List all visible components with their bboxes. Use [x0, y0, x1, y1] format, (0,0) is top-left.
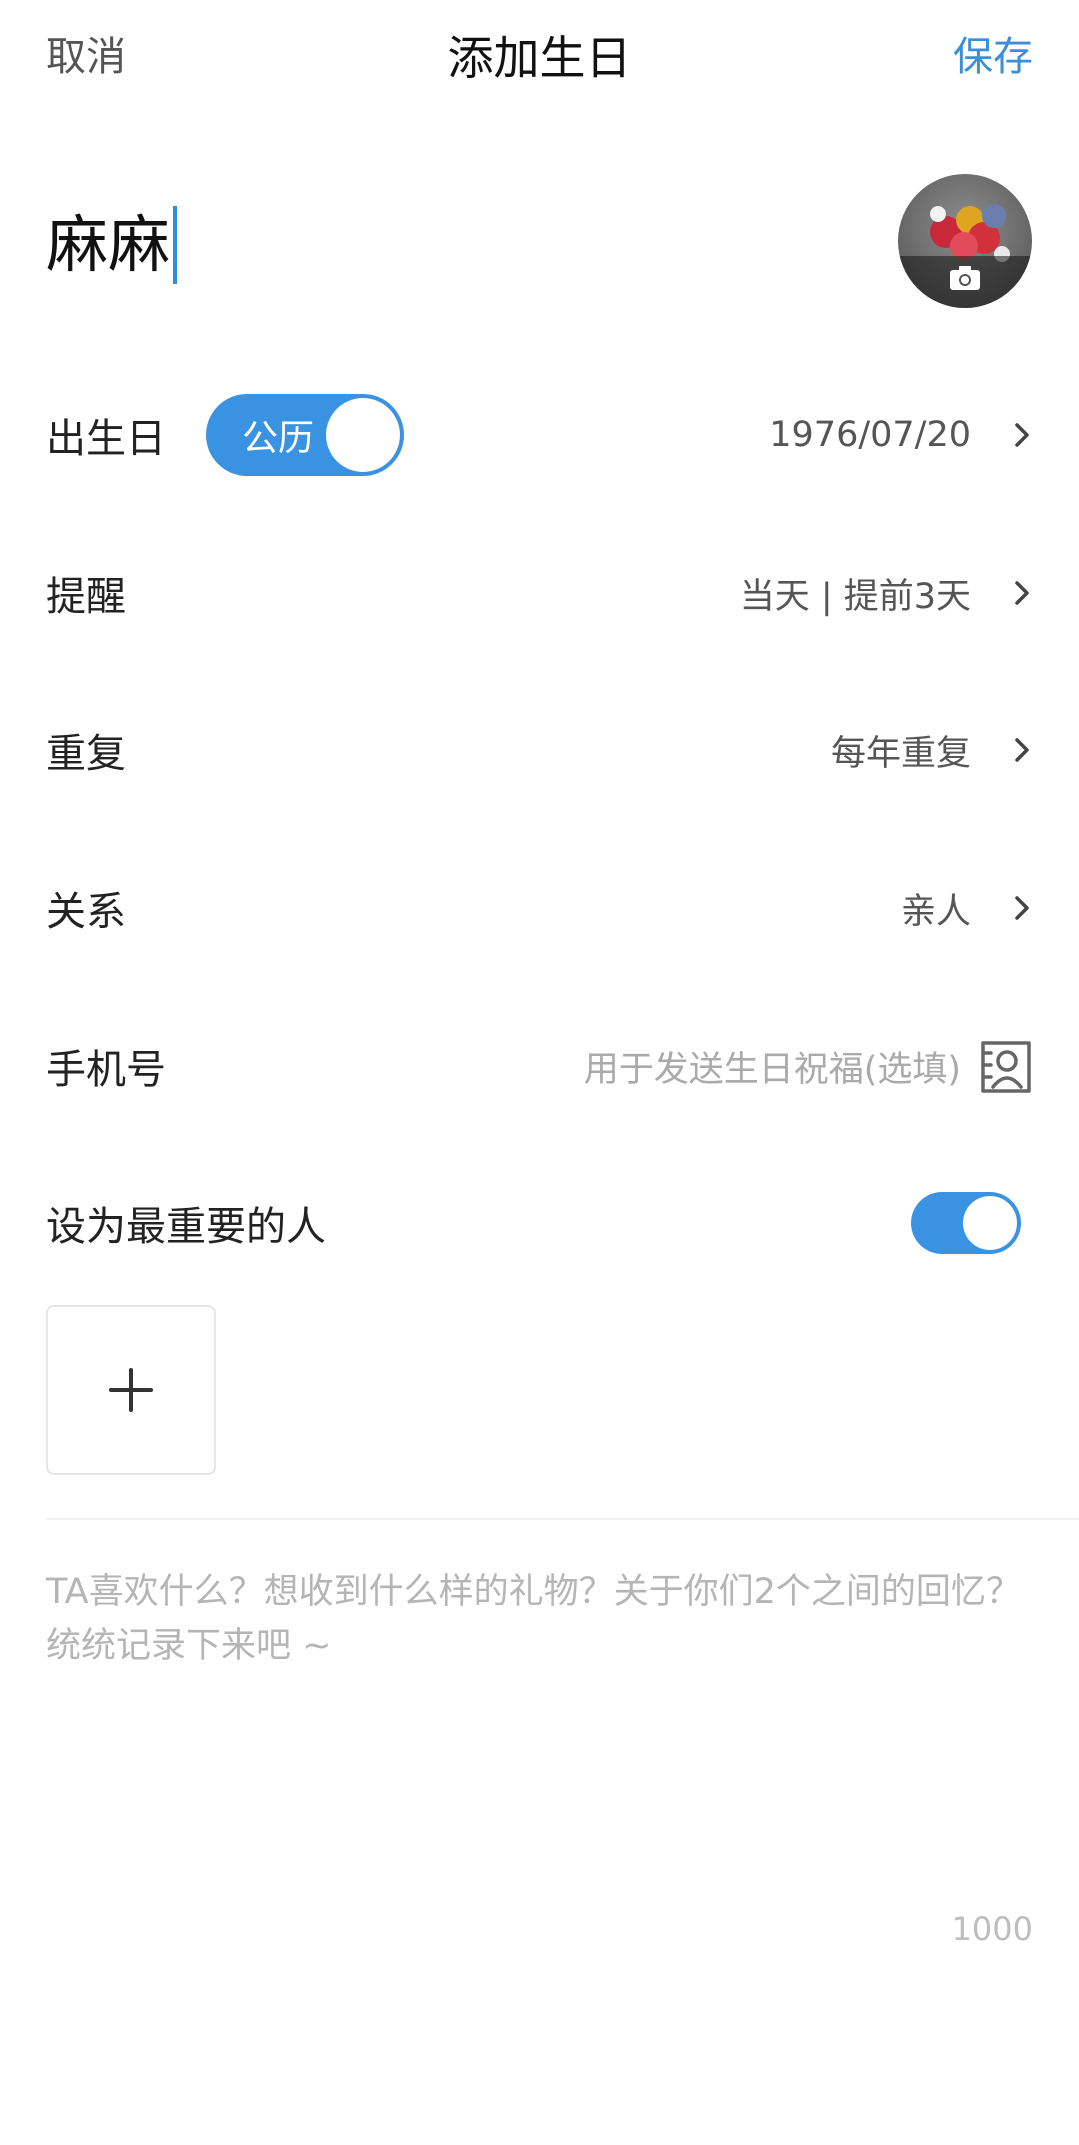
row-phone: 手机号 用于发送生日祝福(选填)	[46, 1016, 1033, 1116]
important-person-switch[interactable]	[911, 1192, 1021, 1254]
relation-selector[interactable]: 亲人	[901, 858, 1033, 958]
chevron-right-icon	[1011, 418, 1033, 452]
row-repeat[interactable]: 重复 每年重复	[46, 700, 1033, 800]
important-person-area	[911, 1173, 1021, 1273]
name-input-value: 麻麻	[46, 208, 171, 281]
top-bar: 取消 添加生日 保存	[0, 0, 1079, 110]
repeat-selector[interactable]: 每年重复	[831, 700, 1033, 800]
text-caret	[173, 206, 178, 284]
relation-value: 亲人	[900, 891, 971, 932]
contacts-icon[interactable]	[979, 1037, 1033, 1095]
important-person-label: 设为最重要的人	[46, 1204, 326, 1250]
reminder-selector[interactable]: 当天 | 提前3天	[740, 543, 1033, 643]
relation-label: 关系	[46, 889, 126, 935]
chevron-right-icon	[1011, 891, 1033, 925]
plus-icon	[109, 1368, 153, 1412]
birthday-picker[interactable]: 1976/07/20	[769, 385, 1033, 485]
camera-icon	[950, 266, 980, 290]
reminder-value: 当天 | 提前3天	[739, 576, 971, 617]
repeat-label: 重复	[46, 731, 126, 777]
calendar-type-toggle[interactable]: 公历	[206, 394, 404, 476]
name-input[interactable]: 麻麻	[46, 200, 178, 290]
phone-label: 手机号	[46, 1047, 166, 1093]
add-photo-button[interactable]	[46, 1305, 216, 1475]
phone-field-area: 用于发送生日祝福(选填)	[584, 1016, 1033, 1116]
reminder-label: 提醒	[46, 574, 126, 620]
switch-knob	[963, 1196, 1017, 1250]
repeat-value: 每年重复	[830, 733, 971, 774]
memo-textarea[interactable]: TA喜欢什么？想收到什么样的礼物？关于你们2个之间的回忆？统统记录下来吧 ~	[46, 1565, 1036, 1673]
toggle-knob	[326, 398, 400, 472]
calendar-type-label: 公历	[242, 418, 315, 459]
divider	[46, 1518, 1079, 1520]
avatar-camera-overlay	[898, 256, 1032, 308]
row-relation[interactable]: 关系 亲人	[46, 858, 1033, 958]
character-counter: 1000	[951, 1910, 1033, 1948]
page-title: 添加生日	[447, 31, 632, 85]
avatar-button[interactable]	[898, 174, 1032, 308]
phone-input[interactable]: 用于发送生日祝福(选填)	[584, 1041, 961, 1092]
chevron-right-icon	[1011, 733, 1033, 767]
row-reminder[interactable]: 提醒 当天 | 提前3天	[46, 543, 1033, 643]
save-button[interactable]: 保存	[953, 24, 1033, 82]
row-important-person: 设为最重要的人	[46, 1173, 1033, 1273]
birthday-value: 1976/07/20	[769, 415, 971, 455]
birthday-label: 出生日	[46, 416, 166, 462]
row-birthday: 出生日 公历 1976/07/20	[46, 385, 1033, 485]
chevron-right-icon	[1011, 576, 1033, 610]
